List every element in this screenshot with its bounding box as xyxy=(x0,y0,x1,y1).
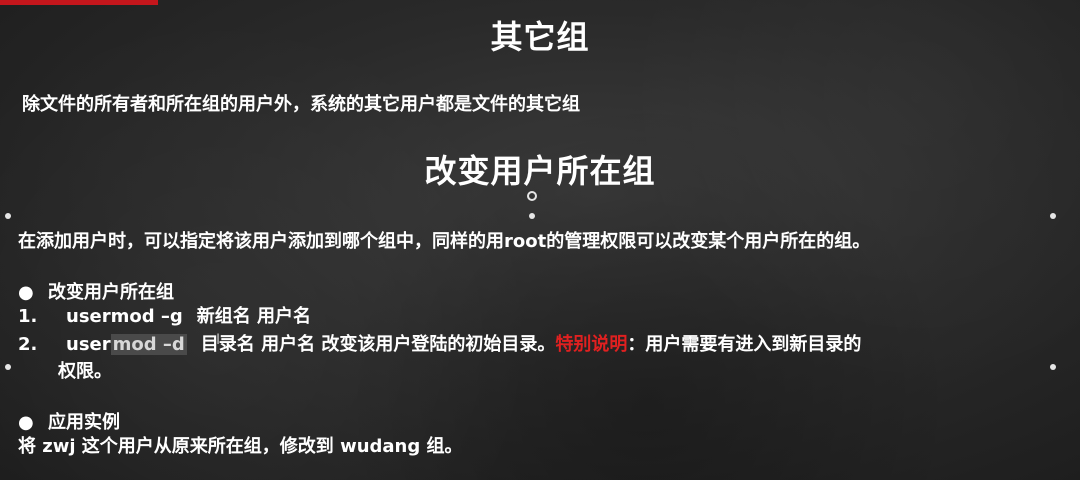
resize-handle-middle-right[interactable] xyxy=(1050,364,1056,370)
example-text: 将 zwj 这个用户从原来所在组，修改到 wudang 组。 xyxy=(18,436,463,457)
selected-text[interactable]: mod –d xyxy=(110,334,187,355)
special-note-text: ：用户需要有进入到新目录的 xyxy=(627,334,862,355)
bullet-label: 改变用户所在组 xyxy=(48,282,174,303)
heading-other-group: 其它组 xyxy=(490,18,590,56)
item-number: 2. xyxy=(18,334,38,355)
command-text: user xyxy=(66,334,111,355)
heading-change-group: 改变用户所在组 xyxy=(424,152,656,190)
list-item-usermod-g: 1. usermod –g 新组名 用户名 xyxy=(18,302,311,328)
special-note-label: 特别说明 xyxy=(555,334,628,355)
command-text: usermod –g xyxy=(66,306,183,327)
other-group-description: 除文件的所有者和所在组的用户外，系统的其它用户都是文件的其它组 xyxy=(22,94,580,115)
bullet-change-group: ● 改变用户所在组 xyxy=(18,278,174,304)
item-number: 1. xyxy=(18,306,38,327)
bullet-icon: ● xyxy=(18,412,34,433)
resize-handle-top-right[interactable] xyxy=(1050,213,1056,219)
bullet-label: 应用实例 xyxy=(48,412,120,433)
list-item-continuation: 权限。 xyxy=(58,361,112,382)
rotate-handle[interactable] xyxy=(527,191,537,201)
resize-handle-middle-left[interactable] xyxy=(5,364,11,370)
resize-handle-top-left[interactable] xyxy=(5,213,11,219)
command-args: 新组名 用户名 xyxy=(196,306,312,327)
accent-bar xyxy=(0,0,158,5)
list-item-usermod-d: 2. user mod –d 目录名 用户名 改变该用户登陆的初始目录。特别说明：用户… xyxy=(18,330,861,356)
bullet-example: ● 应用实例 xyxy=(18,408,120,434)
command-args: 目录名 用户名 改变该用户登陆的初始目录。 xyxy=(200,334,556,355)
resize-handle-top-center[interactable] xyxy=(529,213,535,219)
bullet-icon: ● xyxy=(18,282,34,303)
change-group-description: 在添加用户时，可以指定将该用户添加到哪个组中，同样的用root的管理权限可以改变… xyxy=(18,231,871,252)
text-cursor-icon: I xyxy=(216,332,221,348)
